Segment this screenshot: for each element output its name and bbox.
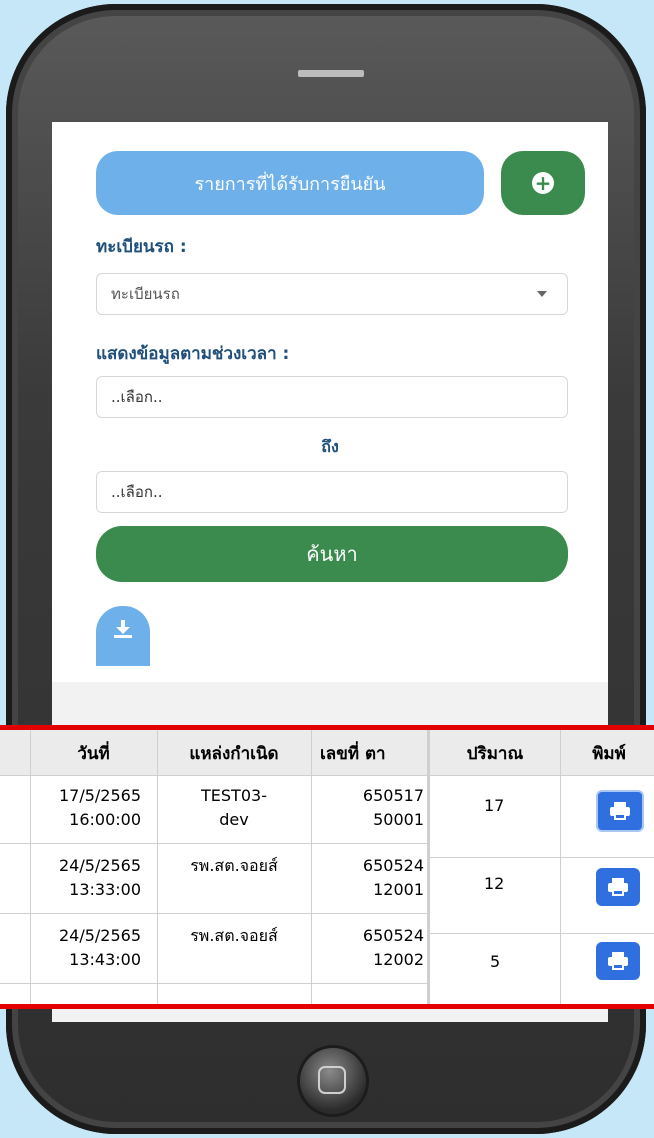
row1-date: 17/5/2565 16:00:00 xyxy=(30,784,141,832)
header-print: พิมพ์ xyxy=(592,743,626,764)
row3-number-line1: 650524 xyxy=(362,926,424,945)
table-right: ปริมาณ พิมพ์ 17 12 5 xyxy=(428,730,654,1004)
confirmed-list-button[interactable]: รายการที่ได้รับการยืนยัน xyxy=(96,151,484,215)
row1-date-day: 17/5/2565 xyxy=(58,786,141,805)
row1-number-line2: 50001 xyxy=(373,810,424,829)
row1-number: 650517 50001 xyxy=(312,784,424,832)
home-button-icon xyxy=(318,1066,346,1094)
row1-source-line2: dev xyxy=(219,810,249,829)
row3-date: 24/5/2565 13:43:00 xyxy=(30,924,141,972)
row1-quantity: 17 xyxy=(484,796,505,815)
row1-source: TEST03- dev xyxy=(158,784,310,832)
printer-icon xyxy=(610,802,630,820)
search-label: ค้นหา xyxy=(306,542,358,566)
row2-date: 24/5/2565 13:33:00 xyxy=(30,854,141,902)
row3-date-time: 13:43:00 xyxy=(69,950,141,969)
plate-placeholder: ทะเบียนรถ xyxy=(111,285,180,303)
header-source: แหล่งกำเนิด xyxy=(189,743,279,764)
print-button[interactable] xyxy=(596,790,644,832)
row3-quantity: 5 xyxy=(490,952,501,971)
header-quantity: ปริมาณ xyxy=(466,743,524,764)
highlighted-table: วันที่ แหล่งกำเนิด เลขที่ ตา 17/5/2565 1… xyxy=(0,725,654,1009)
printer-icon xyxy=(608,878,628,896)
print-button[interactable] xyxy=(596,868,640,906)
row2-source: รพ.สต.จอยส์ xyxy=(190,856,278,875)
printer-icon xyxy=(608,952,628,970)
top-action-row: รายการที่ได้รับการยืนยัน + xyxy=(96,151,586,215)
row2-date-time: 13:33:00 xyxy=(69,880,141,899)
confirmed-list-label: รายการที่ได้รับการยืนยัน xyxy=(194,173,386,195)
row3-number: 650524 12002 xyxy=(312,924,424,972)
row1-source-line1: TEST03- xyxy=(201,786,267,805)
end-date-field[interactable]: ..เลือก.. xyxy=(96,471,568,513)
row1-number-line1: 650517 xyxy=(362,786,424,805)
row1-date-time: 16:00:00 xyxy=(69,810,141,829)
to-label: ถึง xyxy=(321,437,339,456)
print-button[interactable] xyxy=(596,942,640,980)
download-button[interactable] xyxy=(96,606,150,666)
row2-quantity: 12 xyxy=(484,874,505,893)
plate-select[interactable]: ทะเบียนรถ xyxy=(96,273,568,315)
start-date-field[interactable]: ..เลือก.. xyxy=(96,376,568,418)
end-date-value: ..เลือก.. xyxy=(111,483,163,501)
plate-label: ทะเบียนรถ : xyxy=(96,237,187,257)
header-number: เลขที่ ตา xyxy=(320,743,386,764)
period-label: แสดงข้อมูลตามช่วงเวลา : xyxy=(96,344,290,364)
row2-number: 650524 12001 xyxy=(312,854,424,902)
plus-circle-icon: + xyxy=(532,172,554,194)
row3-date-day: 24/5/2565 xyxy=(58,926,141,945)
home-button[interactable] xyxy=(300,1048,366,1114)
search-button[interactable]: ค้นหา xyxy=(96,526,568,582)
row2-date-day: 24/5/2565 xyxy=(58,856,141,875)
start-date-value: ..เลือก.. xyxy=(111,388,163,406)
phone-speaker xyxy=(298,70,364,77)
row2-number-line1: 650524 xyxy=(362,856,424,875)
row3-source: รพ.สต.จอยส์ xyxy=(190,926,278,945)
header-date: วันที่ xyxy=(77,743,110,764)
table-left: วันที่ แหล่งกำเนิด เลขที่ ตา 17/5/2565 1… xyxy=(0,730,428,1004)
row3-number-line2: 12002 xyxy=(373,950,424,969)
download-icon xyxy=(114,620,132,638)
chevron-down-icon xyxy=(537,291,547,297)
row2-number-line2: 12001 xyxy=(373,880,424,899)
add-button[interactable]: + xyxy=(501,151,585,215)
